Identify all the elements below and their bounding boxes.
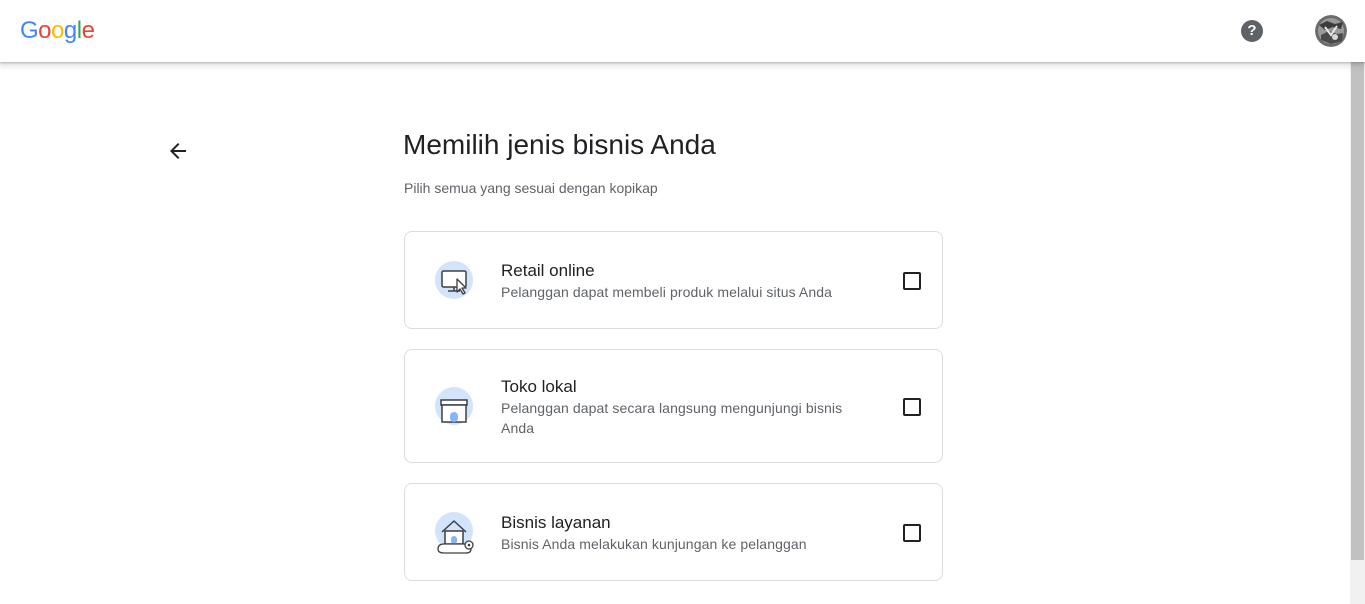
option-checkbox[interactable]	[903, 272, 921, 290]
option-description: Bisnis Anda melakukan kunjungan ke pelan…	[501, 536, 807, 552]
help-icon[interactable]: ?	[1241, 20, 1263, 42]
option-card-retail-online[interactable]: Retail online Pelanggan dapat membeli pr…	[404, 231, 943, 329]
storefront-icon	[433, 385, 475, 427]
logo-letter: g	[63, 17, 77, 44]
page-title: Memilih jenis bisnis Anda	[403, 129, 716, 160]
option-title: Toko lokal	[501, 377, 577, 396]
option-title: Retail online	[501, 261, 595, 280]
scrollbar-thumb[interactable]	[1351, 62, 1364, 560]
top-app-bar: Google ?	[0, 0, 1365, 62]
logo-letter: o	[51, 17, 64, 44]
home-location-icon	[433, 512, 475, 554]
logo-letter: G	[20, 17, 39, 44]
option-card-bisnis-layanan[interactable]: Bisnis layanan Bisnis Anda melakukan kun…	[404, 483, 943, 581]
monitor-cursor-icon	[433, 259, 475, 301]
option-description: Pelanggan dapat membeli produk melalui s…	[501, 284, 832, 300]
arrow-left-icon[interactable]	[166, 139, 190, 163]
avatar[interactable]	[1315, 15, 1347, 47]
option-checkbox[interactable]	[903, 524, 921, 542]
help-glyph: ?	[1247, 22, 1257, 39]
logo-letter: e	[81, 17, 95, 44]
option-checkbox[interactable]	[903, 398, 921, 416]
logo-letter: o	[38, 17, 52, 44]
scrollbar[interactable]	[1350, 62, 1365, 604]
option-title: Bisnis layanan	[501, 513, 611, 532]
google-logo[interactable]: Google	[20, 16, 95, 46]
page-subtitle: Pilih semua yang sesuai dengan kopikap	[404, 180, 658, 196]
avatar-image	[1315, 15, 1347, 47]
option-description: Pelanggan dapat secara langsung mengunju…	[501, 400, 843, 436]
option-card-toko-lokal[interactable]: Toko lokal Pelanggan dapat secara langsu…	[404, 349, 943, 463]
